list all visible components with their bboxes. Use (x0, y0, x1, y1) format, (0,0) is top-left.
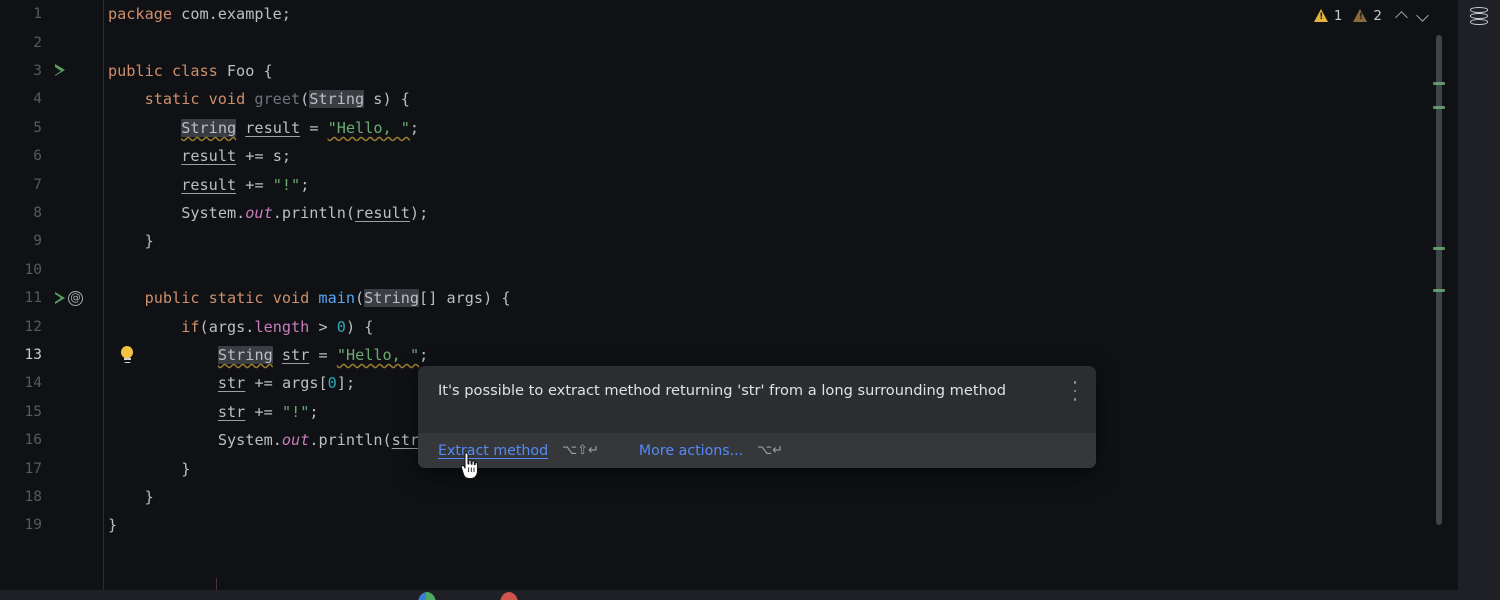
popup-actions: Extract method ⌥⇧↵ More actions... ⌥↵ (418, 433, 1096, 468)
ide-window: 1 2 3 4 5 6 7 8 9 10 11 12 13 14 15 16 17 18 19 @ package c… (0, 0, 1500, 600)
line-number: 3 (33, 62, 42, 79)
gutter-row[interactable]: 2 (0, 28, 104, 56)
code-line[interactable]: } (104, 227, 1458, 255)
weak-warning-icon: ! (1353, 9, 1368, 23)
gutter-row[interactable]: 15 (0, 398, 104, 426)
popup-message: It's possible to extract method returnin… (438, 382, 1007, 399)
gutter-row[interactable]: 3 (0, 57, 104, 85)
annotation-at-icon[interactable]: @ (68, 284, 83, 312)
code-line[interactable]: } (104, 511, 1458, 539)
editor-gutter[interactable]: 1 2 3 4 5 6 7 8 9 10 11 12 13 14 15 16 17 18 19 @ (0, 0, 104, 590)
code-editor[interactable]: 1 2 3 4 5 6 7 8 9 10 11 12 13 14 15 16 17 18 19 @ package c… (0, 0, 1458, 590)
line-number: 1 (33, 6, 42, 23)
gutter-row[interactable]: 8 (0, 199, 104, 227)
code-line[interactable]: result + = "!"; (104, 170, 1458, 198)
line-number: 16 (24, 432, 42, 449)
run-gutter-icon[interactable] (55, 57, 66, 85)
gutter-row[interactable]: 1 (0, 0, 104, 28)
chevron-down-icon[interactable] (1414, 8, 1430, 24)
gutter-row[interactable]: 19 (0, 511, 104, 539)
editor-marker-track[interactable] (1432, 0, 1446, 590)
gutter-row[interactable]: 18 (0, 483, 104, 511)
line-number: 14 (24, 375, 42, 392)
gutter-row[interactable]: 6 (0, 142, 104, 170)
code-line[interactable]: public class Foo { (104, 57, 1458, 85)
gutter-row[interactable]: 12 (0, 312, 104, 340)
code-line[interactable]: result + = s; (104, 142, 1458, 170)
line-number: 4 (33, 91, 42, 108)
inspections-widget[interactable]: ! 1 ! 2 (1313, 4, 1430, 28)
inspection-marker[interactable] (1433, 106, 1445, 109)
code-line[interactable]: package com. example; (104, 0, 1458, 28)
line-number: 8 (33, 204, 42, 221)
code-line[interactable]: static void greet(String s) { (104, 85, 1458, 113)
gutter-row[interactable]: 9 (0, 227, 104, 255)
inspection-marker[interactable] (1433, 289, 1445, 292)
code-line[interactable]: System. out. println(result); (104, 199, 1458, 227)
line-number: 10 (24, 261, 42, 278)
warning-count: 1 (1333, 8, 1343, 24)
database-icon[interactable] (1468, 6, 1490, 28)
intention-popup[interactable]: It's possible to extract method returnin… (418, 366, 1096, 468)
gutter-row[interactable]: 10 (0, 256, 104, 284)
line-number: 18 (24, 488, 42, 505)
line-number: 2 (33, 34, 42, 51)
status-caret (216, 578, 217, 590)
popup-body: It's possible to extract method returnin… (418, 366, 1096, 433)
line-number: 17 (24, 460, 42, 477)
chevron-up-icon[interactable] (1393, 8, 1409, 24)
code-surface[interactable]: package com. example; public class Foo { s… (104, 0, 1458, 590)
extract-method-link[interactable]: Extract method (438, 443, 548, 459)
more-actions-link[interactable]: More actions... (639, 443, 743, 459)
line-number: 11 (24, 290, 42, 307)
kebab-menu-icon[interactable] (1068, 381, 1082, 401)
inspection-marker[interactable] (1433, 82, 1445, 85)
status-bar[interactable] (0, 590, 1500, 600)
line-number: 6 (33, 148, 42, 165)
gutter-row[interactable]: 11 (0, 284, 104, 312)
code-line[interactable]: } (104, 483, 1458, 511)
gutter-row[interactable]: 14 (0, 369, 104, 397)
weak-warning-count: 2 (1373, 8, 1382, 24)
inspection-marker[interactable] (1433, 247, 1445, 250)
recording-indicator-icon[interactable] (500, 592, 518, 600)
line-number: 19 (24, 517, 42, 534)
warning-icon: ! (1313, 9, 1329, 23)
more-actions-shortcut: ⌥↵ (757, 443, 784, 458)
code-line[interactable]: String result = "Hello, "; (104, 114, 1458, 142)
code-line[interactable] (104, 28, 1458, 56)
code-line[interactable]: if(args. length > 0) { (104, 312, 1458, 340)
line-number: 15 (24, 403, 42, 420)
mouse-cursor-pointing-hand (458, 452, 482, 482)
gutter-row[interactable]: 17 (0, 454, 104, 482)
code-line[interactable] (104, 256, 1458, 284)
gutter-row[interactable]: 5 (0, 114, 104, 142)
right-tool-sidebar[interactable] (1458, 0, 1500, 590)
gutter-row[interactable]: 7 (0, 170, 104, 198)
vcs-branch-icon[interactable] (418, 592, 436, 600)
code-line[interactable]: String str = "Hello, "; (104, 341, 1458, 369)
line-number: 5 (33, 119, 42, 136)
extract-method-shortcut: ⌥⇧↵ (562, 443, 599, 458)
code-line[interactable]: public static void main(String[] args) { (104, 284, 1458, 312)
run-gutter-icon[interactable] (55, 284, 66, 312)
line-number: 12 (24, 318, 42, 335)
line-number: 9 (33, 233, 42, 250)
gutter-row[interactable]: 16 (0, 426, 104, 454)
gutter-row[interactable]: 4 (0, 85, 104, 113)
line-number: 7 (33, 176, 42, 193)
intention-bulb-icon[interactable] (120, 341, 134, 369)
gutter-row[interactable]: 13 (0, 341, 104, 369)
line-number: 13 (24, 346, 42, 363)
